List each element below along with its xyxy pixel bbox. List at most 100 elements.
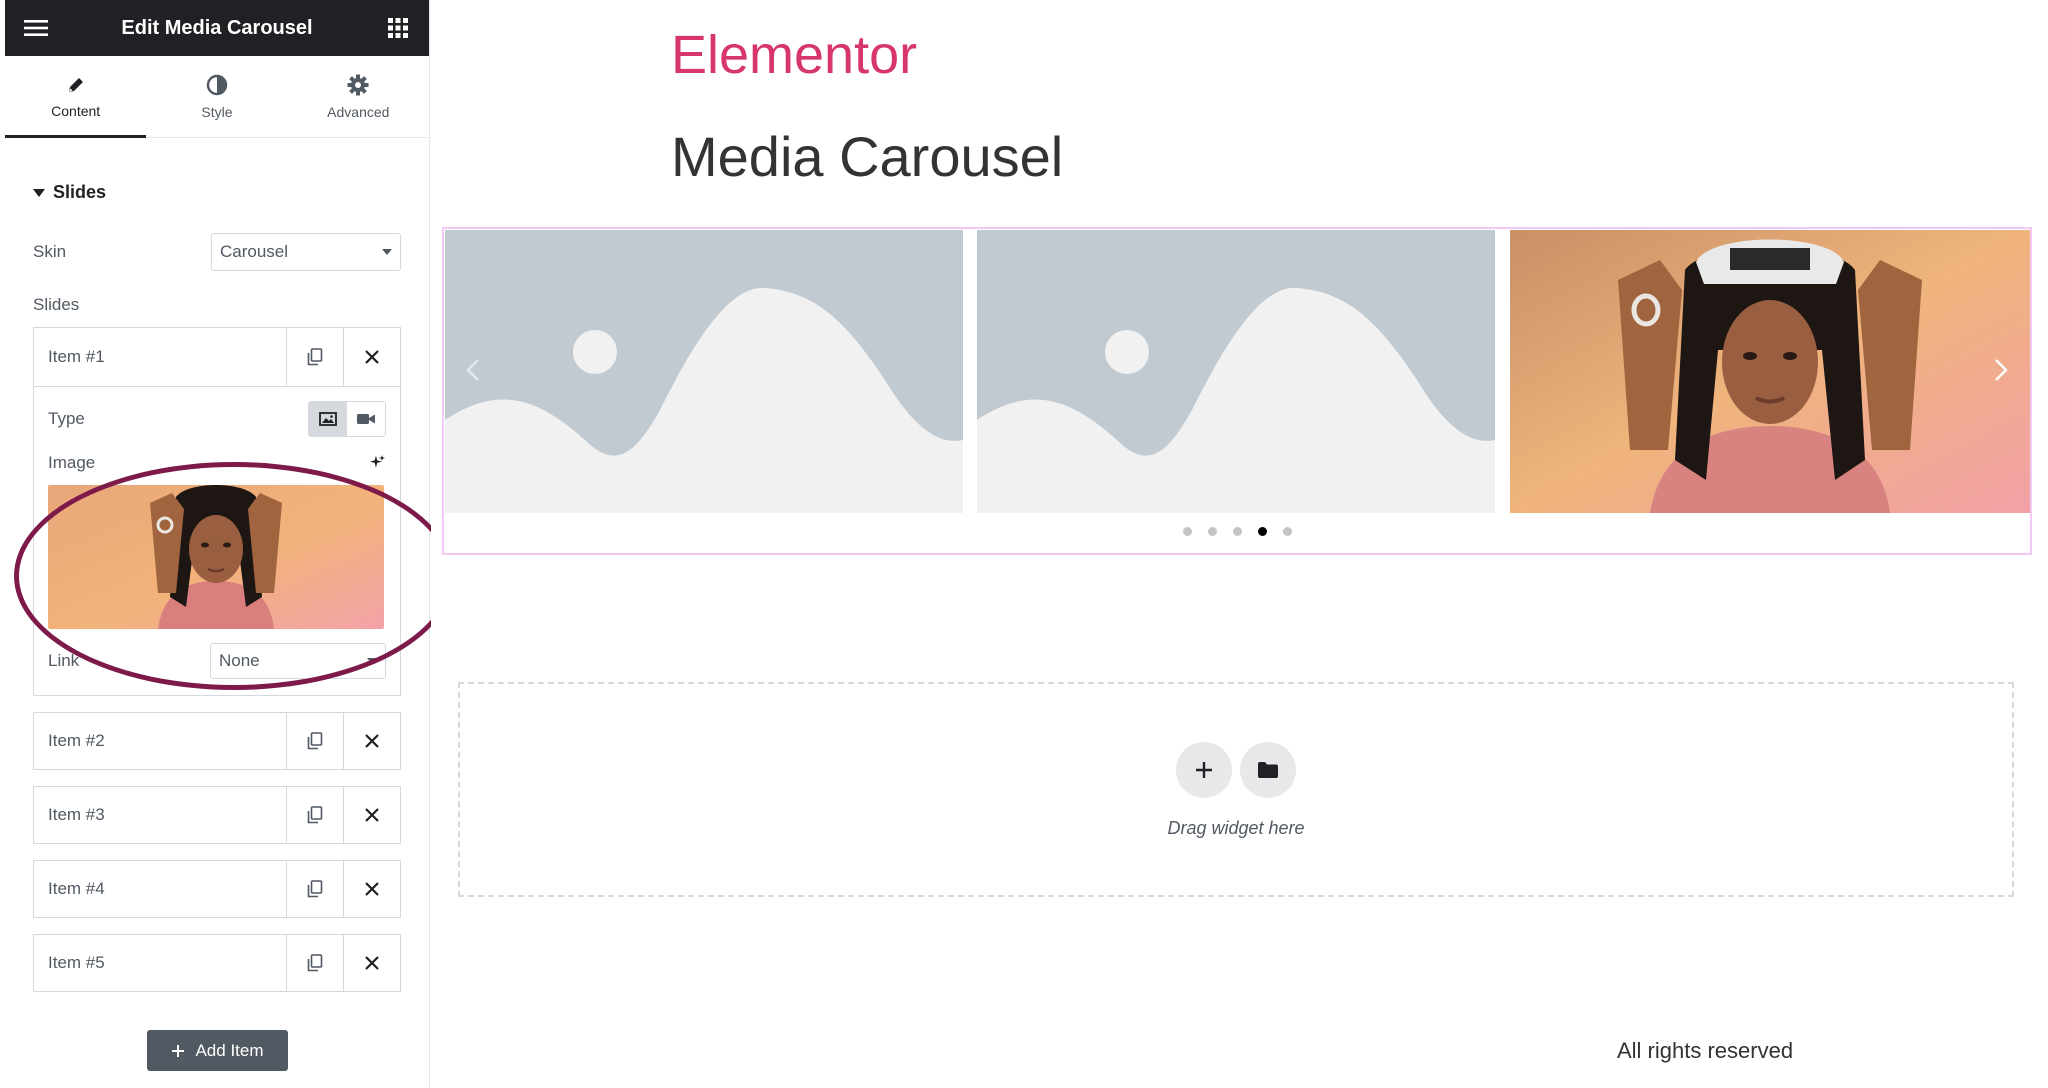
image-label: Image xyxy=(48,453,96,472)
chevron-down-icon xyxy=(367,658,377,664)
image-placeholder-icon xyxy=(445,230,963,513)
gear-icon xyxy=(347,74,369,95)
video-camera-icon xyxy=(357,414,375,424)
carousel-slide-placeholder[interactable] xyxy=(977,230,1495,513)
repeater-item-header: Item #4 xyxy=(34,861,400,917)
repeater-item-title[interactable]: Item #2 xyxy=(34,713,286,769)
carousel-dot-active[interactable] xyxy=(1257,527,1267,536)
tab-content[interactable]: Content xyxy=(5,56,147,138)
repeater-item-title[interactable]: Item #4 xyxy=(34,861,286,917)
duplicate-icon xyxy=(307,732,323,750)
repeater-item-header: Item #2 xyxy=(34,713,400,769)
duplicate-button[interactable] xyxy=(286,713,343,769)
tab-style-label: Style xyxy=(201,103,233,120)
chevron-right-icon xyxy=(1995,359,2008,381)
carousel-dot[interactable] xyxy=(1282,527,1292,536)
remove-button[interactable] xyxy=(343,935,400,991)
panel-header: Edit Media Carousel xyxy=(5,0,429,56)
close-icon xyxy=(365,956,379,970)
repeater-item-body: Type Image Link None xyxy=(34,386,400,695)
type-label: Type xyxy=(48,409,85,428)
empty-section-dropzone[interactable]: Drag widget here xyxy=(458,682,2014,897)
repeater-item-header: Item #5 xyxy=(34,935,400,991)
ai-sparkle-icon[interactable] xyxy=(368,454,386,472)
repeater-item: Item #1 Type Image Link None xyxy=(33,327,401,696)
repeater-item-title[interactable]: Item #3 xyxy=(34,787,286,843)
add-item-label: Add Item xyxy=(195,1040,264,1060)
type-toggle xyxy=(308,401,386,437)
add-item-button[interactable]: Add Item xyxy=(147,1030,288,1071)
slides-label: Slides xyxy=(33,295,80,314)
menu-icon[interactable] xyxy=(23,15,49,41)
link-value: None xyxy=(219,651,260,670)
caret-down-icon xyxy=(33,188,45,197)
duplicate-icon xyxy=(307,348,323,366)
carousel-dot[interactable] xyxy=(1232,527,1242,536)
dropzone-actions xyxy=(1176,742,1296,798)
skin-select[interactable]: Carousel xyxy=(211,233,401,271)
skin-value: Carousel xyxy=(220,242,289,261)
editor-panel: Edit Media Carousel Content Style Advanc… xyxy=(5,0,430,1088)
carousel-prev-arrow[interactable] xyxy=(458,355,488,385)
section-title: Slides xyxy=(53,182,107,202)
preview-canvas: Elementor Media Carousel Drag widget her… xyxy=(431,0,2048,1088)
skin-control: Skin Carousel xyxy=(33,233,401,271)
close-icon xyxy=(365,350,379,364)
repeater-item: Item #3 xyxy=(33,786,401,844)
close-icon xyxy=(365,882,379,896)
carousel-dot[interactable] xyxy=(1207,527,1217,536)
duplicate-button[interactable] xyxy=(286,861,343,917)
site-logo-text[interactable]: Elementor xyxy=(671,24,917,86)
image-thumbnail[interactable] xyxy=(48,485,384,629)
carousel-slide-placeholder[interactable] xyxy=(445,230,963,513)
section-slides-toggle[interactable]: Slides xyxy=(33,182,401,203)
remove-button[interactable] xyxy=(343,328,400,386)
repeater-item-title[interactable]: Item #1 xyxy=(34,328,286,386)
repeater-item-header: Item #1 xyxy=(34,328,400,386)
carousel-pagination xyxy=(444,527,2030,536)
contrast-icon xyxy=(206,74,228,95)
repeater-item: Item #2 xyxy=(33,712,401,770)
repeater-item-header: Item #3 xyxy=(34,787,400,843)
footer-copyright: All rights reserved xyxy=(1617,1038,1794,1063)
close-icon xyxy=(365,734,379,748)
image-icon xyxy=(319,412,337,426)
content-panel: Slides Skin Carousel Slides Item #1 Type… xyxy=(5,182,429,992)
type-control: Type xyxy=(48,401,386,437)
add-section-button[interactable] xyxy=(1176,742,1232,798)
tab-advanced[interactable]: Advanced xyxy=(288,56,429,137)
duplicate-icon xyxy=(307,806,323,824)
link-select[interactable]: None xyxy=(210,643,386,679)
repeater-item: Item #4 xyxy=(33,860,401,918)
tab-style[interactable]: Style xyxy=(146,56,287,137)
panel-tabs: Content Style Advanced xyxy=(5,56,429,138)
carousel-next-arrow[interactable] xyxy=(1986,355,2016,385)
image-placeholder-icon xyxy=(977,230,1495,513)
plus-icon xyxy=(1196,762,1212,778)
repeater-item: Item #5 xyxy=(33,934,401,992)
image-control: Image xyxy=(48,453,386,473)
repeater-item-title[interactable]: Item #5 xyxy=(34,935,286,991)
remove-button[interactable] xyxy=(343,787,400,843)
chevron-down-icon xyxy=(382,249,392,255)
type-image-button[interactable] xyxy=(309,402,347,436)
carousel-slide-image[interactable] xyxy=(1510,230,2030,513)
carousel-dot[interactable] xyxy=(1182,527,1192,536)
media-carousel-widget[interactable] xyxy=(442,227,2032,555)
plus-icon xyxy=(172,1044,185,1057)
type-video-button[interactable] xyxy=(347,402,385,436)
chevron-left-icon xyxy=(466,359,479,381)
duplicate-icon xyxy=(307,954,323,972)
remove-button[interactable] xyxy=(343,861,400,917)
remove-button[interactable] xyxy=(343,713,400,769)
dropzone-text: Drag widget here xyxy=(1167,818,1305,838)
duplicate-button[interactable] xyxy=(286,328,343,386)
add-template-button[interactable] xyxy=(1240,742,1296,798)
duplicate-icon xyxy=(307,880,323,898)
duplicate-button[interactable] xyxy=(286,787,343,843)
apps-grid-icon[interactable] xyxy=(385,15,411,41)
tab-content-label: Content xyxy=(51,102,101,119)
duplicate-button[interactable] xyxy=(286,935,343,991)
skin-label: Skin xyxy=(33,242,67,261)
link-control: Link None xyxy=(48,643,386,679)
